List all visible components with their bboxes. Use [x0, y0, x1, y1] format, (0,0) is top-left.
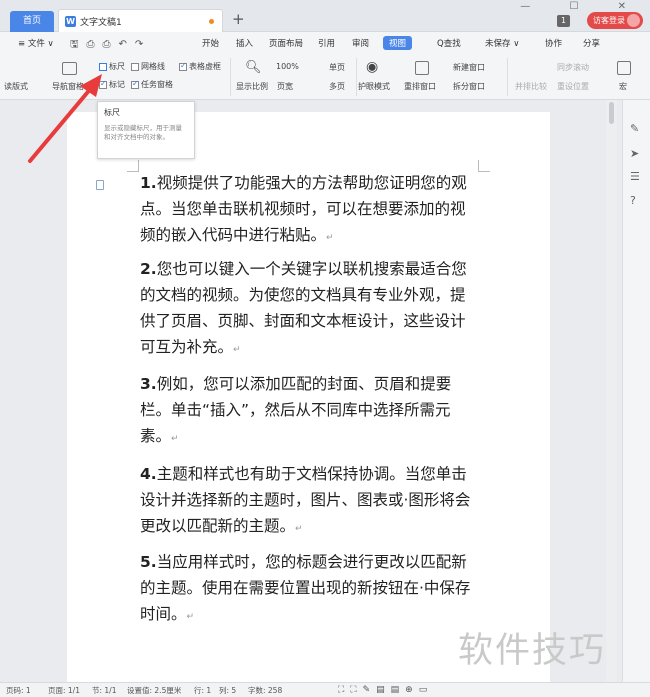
vertical-scrollbar[interactable]	[606, 100, 617, 682]
status-setting: 设置值: 2.5厘米	[127, 686, 182, 695]
status-word-count[interactable]: 字数: 258	[248, 685, 282, 696]
right-sidebar: ✎ ➤ ☰ ?	[622, 100, 650, 682]
status-section: 节: 1/1	[92, 686, 117, 695]
scrollbar-thumb[interactable]	[609, 102, 614, 124]
status-page: 页码: 1	[6, 686, 31, 695]
settings-sliders-icon[interactable]: ☰	[630, 170, 640, 183]
help-icon[interactable]: ?	[630, 194, 636, 207]
status-bar: 页码: 1 页面: 1/1 节: 1/1 设置值: 2.5厘米 行: 1 列: …	[0, 682, 650, 697]
watermark: 软件技巧	[458, 631, 607, 671]
annotation-arrow-icon	[28, 74, 102, 163]
status-row: 行: 1	[194, 686, 212, 695]
status-pages: 页面: 1/1	[48, 686, 80, 695]
status-col: 列: 5	[219, 686, 237, 695]
edit-pen-icon[interactable]: ✎	[630, 122, 639, 135]
pointer-icon[interactable]: ➤	[630, 147, 639, 160]
view-mode-icons[interactable]: ⛶⛶✎▤▤⊕▭	[338, 685, 433, 695]
